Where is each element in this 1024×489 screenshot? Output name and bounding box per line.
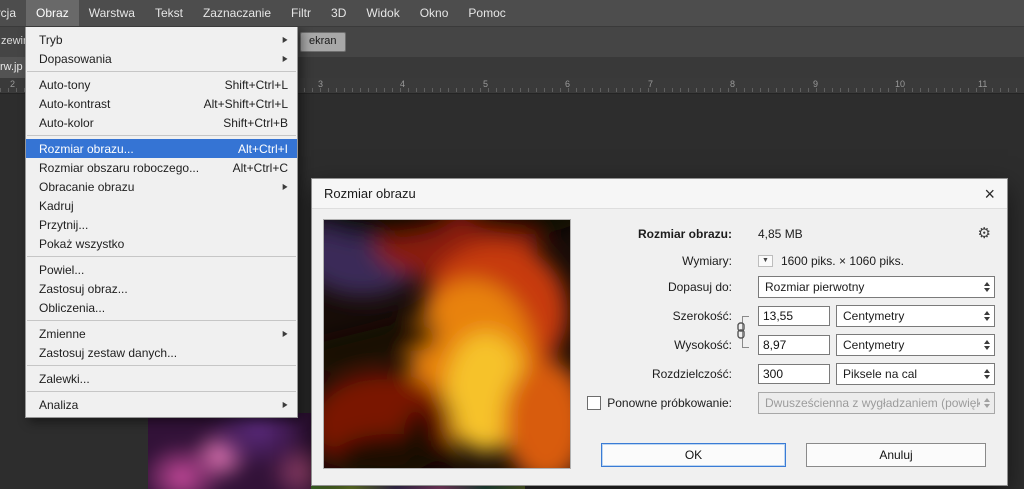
menu-item-obliczenia[interactable]: Obliczenia... [26, 298, 297, 317]
updown-arrows-icon [984, 282, 990, 292]
menu-item-zastosuj-zestaw[interactable]: Zastosuj zestaw danych... [26, 343, 297, 362]
menu-separator [27, 391, 296, 392]
menu-item-rozmiar-obrazu[interactable]: Rozmiar obrazu... Alt+Ctrl+I [26, 139, 297, 158]
submenu-arrow-icon: ▶ [282, 35, 288, 44]
photoshop-window: Edycja Obraz Warstwa Tekst Zaznaczanie F… [0, 0, 1024, 489]
menu-separator [27, 71, 296, 72]
menu-separator [27, 320, 296, 321]
updown-arrows-icon [984, 398, 990, 408]
image-size-value: 4,85 MB [758, 227, 803, 241]
submenu-arrow-icon: ▶ [282, 182, 288, 191]
menu-tekst[interactable]: Tekst [145, 0, 193, 26]
fit-to-label: Dopasuj do: [667, 280, 732, 294]
dimensions-dropdown-icon[interactable]: ▼ [758, 255, 773, 267]
dialog-titlebar[interactable]: Rozmiar obrazu × [312, 179, 1007, 209]
resolution-input[interactable] [758, 364, 830, 384]
resample-label-group: Ponowne próbkowanie: [571, 396, 732, 410]
resample-method-select: Dwusześcienna z wygładzaniem (powięk... [758, 392, 995, 414]
menu-item-pokaz-wszystko[interactable]: Pokaż wszystko [26, 234, 297, 253]
menu-item-zalewki[interactable]: Zalewki... [26, 369, 297, 388]
menu-item-zastosuj-obraz[interactable]: Zastosuj obraz... [26, 279, 297, 298]
photo-fragment [148, 413, 311, 489]
preview-art [324, 220, 570, 468]
menu-item-przytnij[interactable]: Przytnij... [26, 215, 297, 234]
obraz-menu-popup: Tryb ▶ Dopasowania ▶ Auto-tony Shift+Ctrl+L… [25, 26, 298, 418]
height-input[interactable] [758, 335, 830, 355]
height-row: Wysokość: Centymetry [571, 334, 995, 356]
menu-item-kadruj[interactable]: Kadruj [26, 196, 297, 215]
submenu-arrow-icon: ▶ [282, 329, 288, 338]
image-preview[interactable] [323, 219, 571, 469]
screen-fit-button-partial[interactable]: ekran [300, 32, 346, 52]
submenu-arrow-icon: ▶ [282, 54, 288, 63]
updown-arrows-icon [984, 311, 990, 321]
menu-edycja[interactable]: Edycja [0, 0, 26, 26]
menu-pomoc[interactable]: Pomoc [458, 0, 515, 26]
image-size-dialog: Rozmiar obrazu × Rozmiar obrazu: 4,85 MB… [311, 178, 1008, 486]
menu-item-auto-tony[interactable]: Auto-tony Shift+Ctrl+L [26, 75, 297, 94]
menu-item-auto-kontrast[interactable]: Auto-kontrast Alt+Shift+Ctrl+L [26, 94, 297, 113]
gear-icon[interactable]: ⚙ [978, 223, 991, 245]
menu-item-powiel[interactable]: Powiel... [26, 260, 297, 279]
link-icon[interactable] [735, 322, 747, 339]
image-size-label: Rozmiar obrazu: [637, 227, 732, 241]
menu-item-zmienne[interactable]: Zmienne ▶ [26, 324, 297, 343]
menu-separator [27, 365, 296, 366]
menu-item-analiza[interactable]: Analiza ▶ [26, 395, 297, 414]
close-icon[interactable]: × [984, 185, 995, 203]
menu-item-dopasowania[interactable]: Dopasowania ▶ [26, 49, 297, 68]
width-unit-select[interactable]: Centymetry [836, 305, 995, 327]
shortcut: Shift+Ctrl+L [224, 77, 288, 92]
menu-item-auto-kolor[interactable]: Auto-kolor Shift+Ctrl+B [26, 113, 297, 132]
shortcut: Shift+Ctrl+B [223, 115, 288, 130]
shortcut: Alt+Ctrl+C [232, 160, 288, 175]
cancel-button[interactable]: Anuluj [806, 443, 986, 467]
menu-item-obracanie-obrazu[interactable]: Obracanie obrazu ▶ [26, 177, 297, 196]
shortcut: Alt+Shift+Ctrl+L [203, 96, 288, 111]
dialog-title: Rozmiar obrazu [324, 186, 416, 201]
menu-warstwa[interactable]: Warstwa [79, 0, 145, 26]
menu-3d[interactable]: 3D [321, 0, 356, 26]
resample-label: Ponowne próbkowanie: [607, 396, 732, 410]
menu-obraz[interactable]: Obraz [26, 0, 79, 26]
menu-filtr[interactable]: Filtr [281, 0, 321, 26]
submenu-arrow-icon: ▶ [282, 400, 288, 409]
width-row: Szerokość: Centymetry [571, 305, 995, 327]
width-input[interactable] [758, 306, 830, 326]
menu-okno[interactable]: Okno [410, 0, 459, 26]
menu-item-tryb[interactable]: Tryb ▶ [26, 30, 297, 49]
menu-bar: Edycja Obraz Warstwa Tekst Zaznaczanie F… [0, 0, 1024, 27]
resolution-row: Rozdzielczość: Piksele na cal [571, 363, 995, 385]
height-unit-select[interactable]: Centymetry [836, 334, 995, 356]
width-label: Szerokość: [672, 309, 732, 323]
resample-row: Ponowne próbkowanie: Dwusześcienna z wyg… [571, 392, 995, 414]
fit-to-select[interactable]: Rozmiar pierwotny [758, 276, 995, 298]
resolution-label: Rozdzielczość: [651, 367, 732, 381]
menu-zaznaczanie[interactable]: Zaznaczanie [193, 0, 281, 26]
resample-checkbox[interactable] [587, 396, 602, 410]
menu-separator [27, 256, 296, 257]
shortcut: Alt+Ctrl+I [237, 141, 288, 156]
ok-button[interactable]: OK [601, 443, 786, 467]
height-label: Wysokość: [674, 338, 732, 352]
menu-item-rozmiar-obszaru[interactable]: Rozmiar obszaru roboczego... Alt+Ctrl+C [26, 158, 297, 177]
updown-arrows-icon [984, 369, 990, 379]
image-size-row: Rozmiar obrazu: 4,85 MB [571, 223, 995, 245]
dimensions-row: Wymiary: ▼ 1600 piks. × 1060 piks. [571, 250, 995, 272]
menu-separator [27, 135, 296, 136]
resolution-unit-select[interactable]: Piksele na cal [836, 363, 995, 385]
fit-to-row: Dopasuj do: Rozmiar pierwotny [571, 276, 995, 298]
menu-widok[interactable]: Widok [356, 0, 409, 26]
dimensions-label: Wymiary: [682, 254, 732, 268]
dimensions-value: 1600 piks. × 1060 piks. [780, 254, 905, 268]
updown-arrows-icon [984, 340, 990, 350]
